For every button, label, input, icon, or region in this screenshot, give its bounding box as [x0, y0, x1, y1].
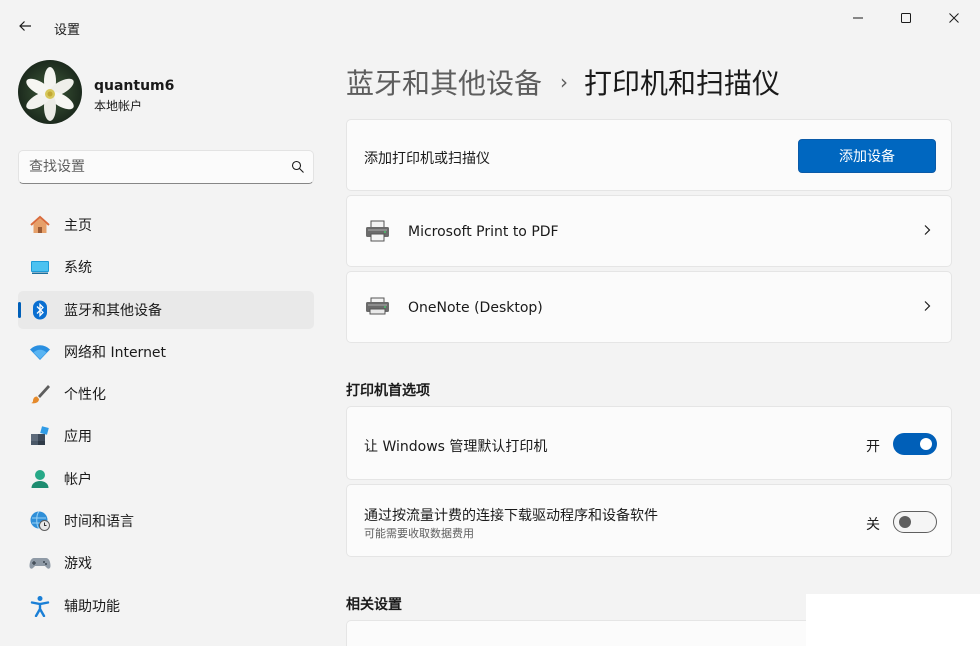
profile-name: quantum6 — [94, 78, 175, 94]
sidebar-item-accounts[interactable]: 帐户 — [18, 460, 314, 498]
add-printer-card: 添加打印机或扫描仪 添加设备 — [346, 119, 952, 191]
setting-metered-download: 通过按流量计费的连接下载驱动程序和设备软件 可能需要收取数据费用 关 — [346, 484, 952, 557]
setting-default-printer: 让 Windows 管理默认打印机 开 — [346, 406, 952, 480]
sidebar-item-personalization[interactable]: 个性化 — [18, 375, 314, 413]
back-button[interactable] — [10, 12, 40, 40]
avatar — [18, 60, 82, 124]
apps-icon — [28, 424, 52, 448]
sidebar-item-system[interactable]: 系统 — [18, 248, 314, 286]
close-icon — [949, 13, 959, 23]
sidebar-item-time-language[interactable]: 时间和语言 — [18, 502, 314, 540]
printer-name: Microsoft Print to PDF — [408, 224, 559, 240]
back-arrow-icon — [19, 21, 31, 31]
metered-download-toggle[interactable] — [893, 511, 937, 533]
chevron-right-icon — [924, 225, 931, 235]
gamepad-icon — [28, 551, 52, 575]
breadcrumb-separator: › — [560, 70, 569, 94]
corner-overlay — [806, 594, 980, 646]
add-device-button[interactable]: 添加设备 — [798, 139, 936, 173]
breadcrumb-parent[interactable]: 蓝牙和其他设备 — [346, 62, 542, 102]
sidebar-item-label: 辅助功能 — [64, 598, 120, 615]
wifi-icon — [28, 340, 52, 364]
chevron-right-icon — [924, 301, 931, 311]
sidebar-nav: 主页 系统 蓝牙和其他设备 网络和 Internet 个性化 应用 帐户 时间和… — [18, 206, 314, 629]
printer-item[interactable]: Microsoft Print to PDF — [346, 195, 952, 267]
minimize-icon — [853, 17, 863, 19]
title-bar: 设置 — [0, 0, 980, 40]
toggle-state-label: 关 — [866, 517, 880, 533]
sidebar-item-label: 帐户 — [64, 471, 92, 488]
page-title: 打印机和扫描仪 — [584, 67, 781, 100]
sidebar-item-label: 主页 — [64, 218, 92, 234]
toggle-state-label: 开 — [866, 439, 880, 455]
printer-icon — [366, 220, 389, 242]
sidebar-item-home[interactable]: 主页 — [18, 206, 314, 244]
accessibility-icon — [28, 594, 52, 618]
maximize-icon — [901, 13, 911, 23]
close-button[interactable] — [930, 0, 978, 36]
printer-name: OneNote (Desktop) — [408, 300, 543, 316]
system-icon — [28, 255, 52, 279]
flower-avatar-icon — [26, 67, 74, 121]
sidebar-item-apps[interactable]: 应用 — [18, 417, 314, 455]
sidebar-item-accessibility[interactable]: 辅助功能 — [18, 587, 314, 625]
sidebar-item-label: 蓝牙和其他设备 — [64, 302, 162, 319]
bluetooth-icon — [28, 298, 52, 322]
sidebar-item-bluetooth[interactable]: 蓝牙和其他设备 — [18, 290, 314, 329]
setting-label: 让 Windows 管理默认打印机 — [364, 439, 548, 455]
person-icon — [28, 467, 52, 491]
account-type: 本地帐户 — [94, 99, 143, 113]
sidebar-item-label: 网络和 Internet — [64, 344, 167, 361]
default-printer-toggle[interactable] — [893, 433, 937, 455]
search-box — [18, 150, 314, 184]
window-title: 设置 — [54, 23, 81, 38]
search-input[interactable] — [29, 159, 283, 175]
home-icon — [28, 213, 52, 237]
add-printer-label: 添加打印机或扫描仪 — [364, 151, 490, 167]
toggle-knob — [920, 438, 932, 450]
sidebar-item-gaming[interactable]: 游戏 — [18, 544, 314, 582]
sidebar-item-network[interactable]: 网络和 Internet — [18, 333, 314, 371]
sidebar-item-label: 应用 — [64, 429, 92, 446]
brush-icon — [28, 382, 52, 406]
sidebar-item-label: 时间和语言 — [64, 514, 134, 531]
toggle-knob — [899, 516, 911, 528]
search-icon[interactable] — [283, 160, 313, 174]
minimize-button[interactable] — [834, 0, 882, 36]
sidebar-item-label: 个性化 — [64, 387, 106, 404]
maximize-button[interactable] — [882, 0, 930, 36]
sidebar-item-label: 系统 — [64, 260, 92, 277]
setting-label: 通过按流量计费的连接下载驱动程序和设备软件 — [364, 508, 658, 524]
globe-clock-icon — [28, 509, 52, 533]
printer-icon — [366, 297, 389, 315]
breadcrumb: 蓝牙和其他设备 › 打印机和扫描仪 — [346, 62, 780, 102]
sidebar-item-label: 游戏 — [64, 556, 92, 573]
printer-item[interactable]: OneNote (Desktop) — [346, 271, 952, 343]
section-title-printer-preferences: 打印机首选项 — [346, 383, 430, 399]
setting-sublabel: 可能需要收取数据费用 — [364, 527, 474, 540]
section-title-related-settings: 相关设置 — [346, 597, 402, 613]
